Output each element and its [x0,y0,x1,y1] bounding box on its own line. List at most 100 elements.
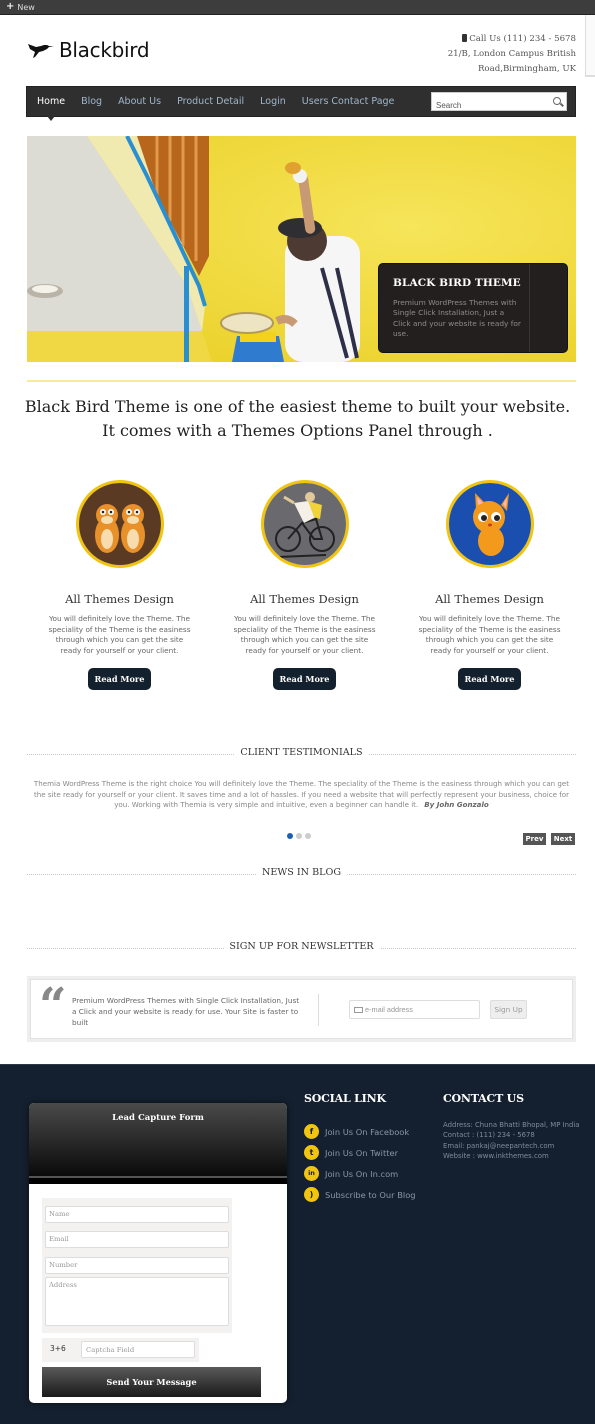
lead-email-input[interactable] [45,1230,229,1248]
caption-divider [529,264,530,352]
contact-email[interactable]: Email: pankaj@neepantech.com [443,1141,583,1151]
slide-indicators [287,833,311,839]
sign-up-button[interactable]: Sign Up [490,1000,527,1019]
facebook-icon: f [304,1124,319,1139]
social-link-facebook[interactable]: f Join Us On Facebook [304,1121,416,1142]
newsletter-text: Premium WordPress Themes with Single Cli… [72,996,300,1027]
quote-icon: “ [39,978,67,1034]
kitten-illustration [445,480,534,568]
number-field-wrap [42,1249,232,1277]
prev-button[interactable]: Prev [523,833,546,845]
feature-title: All Themes Design [65,592,174,606]
contact-us: CONTACT US Address: Chuna Bhatti Bhopal,… [443,1092,583,1161]
social-link-label: Join Us On Twitter [325,1147,398,1158]
linkedin-icon: in [304,1166,319,1181]
blog-heading: NEWS IN BLOG [27,867,576,881]
lead-form-header: Lead Capture Form [29,1103,287,1184]
search-icon[interactable] [553,97,561,105]
lead-capture-form: Lead Capture Form 3+6 Send Your Message [29,1103,287,1403]
send-message-button[interactable]: Send Your Message [42,1367,261,1397]
caption-title: BLACK BIRD THEME [393,277,521,289]
newsletter-heading: SIGN UP FOR NEWSLETTER [27,941,576,955]
social-link-twitter[interactable]: t Join Us On Twitter [304,1142,416,1163]
feature-card: All Themes Design You will definitely lo… [27,480,212,690]
next-button[interactable]: Next [551,833,575,845]
brand-name: Blackbird [59,38,150,62]
new-label: New [17,2,35,12]
testimonials-heading: CLIENT TESTIMONIALS [27,747,576,761]
number-input[interactable] [45,1256,229,1274]
header-contact: Call Us (111) 234 - 5678 21/B, London Ca… [448,32,576,77]
captcha-input[interactable] [81,1341,195,1358]
feature-text: You will definitely love the Theme. The … [233,614,376,655]
read-more-button[interactable]: Read More [458,668,521,690]
social-link-label: Join Us On Facebook [325,1126,410,1137]
newsletter-box: “ Premium WordPress Themes with Single C… [27,976,576,1042]
divider [27,380,576,382]
feature-text: You will definitely love the Theme. The … [418,614,561,655]
feature-text: You will definitely love the Theme. The … [48,614,191,655]
search-box [431,92,567,114]
tagline-line1: Black Bird Theme is one of the easiest t… [24,397,571,416]
read-more-button[interactable]: Read More [88,668,151,690]
email-field-wrap [42,1223,232,1251]
address-field-wrap [42,1274,232,1333]
mail-icon [354,1007,363,1013]
nav-item-product-detail[interactable]: Product Detail [177,96,244,107]
slide-dot[interactable] [305,833,311,839]
tagline-line2: It comes with a Themes Options Panel thr… [102,421,493,440]
lead-form-title: Lead Capture Form [112,1113,204,1123]
feature-card: All Themes Design You will definitely lo… [212,480,397,690]
social-link-linkedin[interactable]: in Join Us On In.com [304,1163,416,1184]
social-link-rss[interactable]: ) Subscribe to Our Blog [304,1184,416,1205]
nav-item-blog[interactable]: Blog [81,96,102,107]
blog-title: NEWS IN BLOG [255,867,348,878]
new-button[interactable]: + New [6,2,35,12]
top-toolbar: + New [0,0,595,15]
slide-dot[interactable] [296,833,302,839]
nav-item-about-us[interactable]: About Us [118,96,161,107]
main-nav: Home Blog About Us Product Detail Login … [26,86,576,121]
header-phone: Call Us (111) 234 - 5678 [469,34,576,44]
site-logo[interactable]: Blackbird [27,38,150,62]
contact-title: CONTACT US [443,1092,524,1105]
blackbird-icon [28,44,54,58]
social-title: SOCIAL LINK [304,1092,386,1105]
feature-title: All Themes Design [435,592,544,606]
contact-address: Address: Chuna Bhatti Bhopal, MP India [443,1121,580,1129]
phone-icon [462,34,468,42]
email-field-wrap [349,1000,480,1019]
cyclist-illustration [260,480,349,568]
newsletter-separator [318,994,319,1026]
slide-dot-active[interactable] [287,833,293,839]
name-input[interactable] [45,1205,229,1223]
testimonial-quote: Themia WordPress Theme is the right choi… [27,779,576,811]
newsletter-title: SIGN UP FOR NEWSLETTER [223,941,380,952]
caption-text: Premium WordPress Themes with Single Cli… [393,298,521,338]
testimonials-title: CLIENT TESTIMONIALS [234,747,369,758]
scrollbar[interactable] [585,15,595,77]
nav-item-users-contact-page[interactable]: Users Contact Page [302,96,395,107]
contact-website[interactable]: Website : www.inkthemes.com [443,1151,583,1161]
testimonial-author: By John Gonzalo [424,800,489,809]
feature-card: All Themes Design You will definitely lo… [397,480,582,690]
plus-icon: + [6,1,15,12]
captcha-row: 3+6 [42,1338,199,1362]
footer: Lead Capture Form 3+6 Send Your Message … [0,1064,595,1424]
email-input[interactable] [365,1001,477,1018]
nav-item-login[interactable]: Login [260,96,286,107]
twitter-icon: t [304,1145,319,1160]
captcha-question: 3+6 [50,1344,66,1353]
rss-icon: ) [304,1187,319,1202]
read-more-button[interactable]: Read More [273,668,336,690]
name-field-wrap [42,1198,232,1226]
tagline: Black Bird Theme is one of the easiest t… [0,395,595,443]
nav-item-home[interactable]: Home [37,96,65,121]
slider-caption: BLACK BIRD THEME Premium WordPress Theme… [378,263,568,353]
social-links: SOCIAL LINK f Join Us On Facebook t Join U… [304,1092,416,1205]
address-textarea[interactable] [45,1277,229,1326]
header-address-line1: 21/B, London Campus British [447,49,576,59]
search-input[interactable] [432,97,542,114]
social-link-label: Subscribe to Our Blog [325,1189,416,1200]
tigers-illustration [75,480,164,568]
